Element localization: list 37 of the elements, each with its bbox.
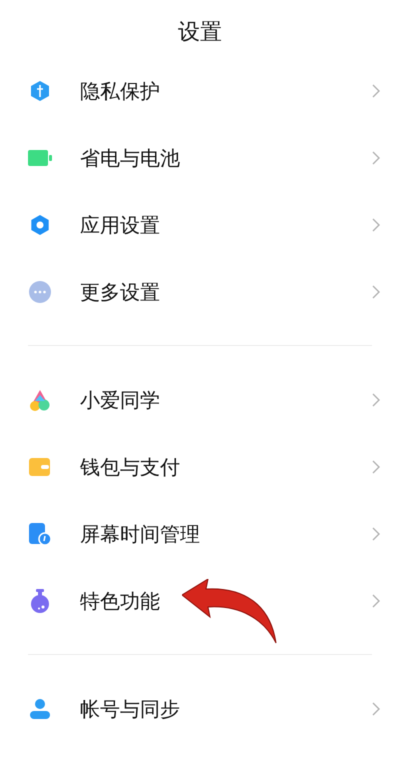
settings-item[interactable]: 更多设置 [0, 258, 400, 325]
settings-item[interactable]: 小爱同学 [0, 366, 400, 433]
settings-item[interactable]: 钱包与支付 [0, 433, 400, 500]
item-label: 应用设置 [80, 212, 161, 238]
shield-icon [29, 80, 51, 102]
item-label: 屏幕时间管理 [80, 520, 201, 548]
battery-icon [28, 150, 52, 166]
settings-item[interactable]: 帐号与同步 [0, 675, 400, 742]
chevron-icon [372, 526, 380, 540]
chevron-icon [372, 218, 380, 232]
item-label: 隐私保护 [80, 78, 161, 104]
settings-item[interactable]: 屏幕时间管理 [0, 500, 400, 567]
item-label: 特色功能 [80, 588, 161, 614]
item-label: 帐号与同步 [80, 696, 181, 722]
gear-icon [29, 214, 51, 236]
more-icon [29, 280, 51, 302]
chevron-icon [372, 84, 380, 98]
settings-item[interactable]: 应用设置 [0, 191, 400, 258]
wallet-icon [29, 456, 51, 476]
item-label: 钱包与支付 [80, 454, 181, 480]
settings-item[interactable]: 省电与电池 [0, 124, 400, 191]
settings-item[interactable]: 特色功能 [0, 567, 400, 634]
person-icon [29, 698, 51, 720]
chevron-icon [372, 150, 380, 164]
chevron-icon [372, 702, 380, 716]
flask-icon [29, 588, 51, 612]
chevron-icon [372, 460, 380, 474]
item-label: 更多设置 [80, 278, 161, 306]
chevron-icon [372, 594, 380, 608]
page-title: 设置 [178, 19, 222, 47]
screen-time-icon [28, 522, 52, 546]
settings-item[interactable]: 隐私保护 [0, 57, 400, 124]
item-label: 省电与电池 [80, 144, 181, 172]
item-label: 小爱同学 [80, 386, 161, 414]
assistant-logo-icon [29, 388, 51, 410]
chevron-icon [372, 392, 380, 406]
chevron-icon [372, 284, 380, 298]
